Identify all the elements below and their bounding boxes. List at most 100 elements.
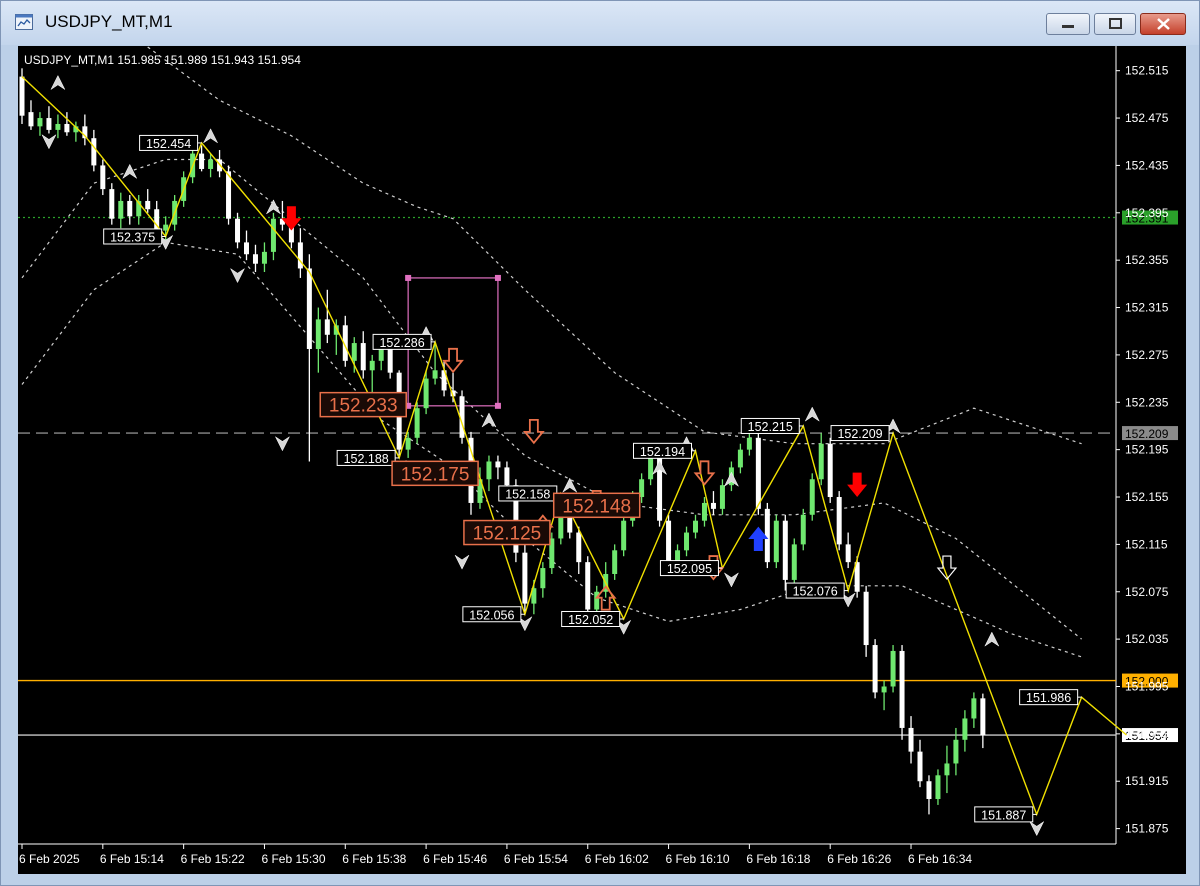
candle-body (145, 200, 151, 210)
swing-label-text: 152.188 (344, 452, 389, 466)
minimize-button[interactable] (1046, 13, 1090, 35)
fib-box-handle (494, 274, 501, 281)
candle-body (306, 268, 312, 349)
candle-body (432, 370, 438, 379)
swing-label-text: 152.052 (568, 613, 613, 627)
candle-body (684, 532, 690, 551)
chart-info-text: USDJPY_MT,M1 151.985 151.989 151.943 151… (24, 53, 301, 67)
chart-window-icon (15, 14, 33, 30)
swing-label-text: 152.215 (748, 420, 793, 434)
time-tick-label: 6 Feb 16:26 (827, 852, 891, 866)
candle-body (414, 408, 420, 438)
close-icon (1157, 18, 1170, 30)
candle-body (297, 242, 303, 269)
time-tick-label: 6 Feb 16:02 (585, 852, 649, 866)
candle-body (701, 502, 707, 521)
candle-body (719, 485, 725, 509)
time-tick-label: 6 Feb 16:10 (666, 852, 730, 866)
time-tick-label: 6 Feb 15:38 (342, 852, 406, 866)
candle-body (908, 727, 914, 752)
time-tick-label: 6 Feb 16:18 (746, 852, 810, 866)
candle-body (971, 698, 977, 719)
candle-body (270, 218, 276, 252)
candle-body (710, 502, 716, 509)
candle-body (773, 520, 779, 563)
swing-label-text: 152.076 (793, 585, 838, 599)
level-label-gray-dashed: 152.209 (1125, 427, 1169, 441)
swing-label-text: 152.286 (379, 336, 424, 350)
candle-body (764, 508, 770, 563)
price-tick-label: 152.195 (1125, 443, 1169, 457)
candle-body (935, 775, 941, 799)
swing-label-text: 151.887 (981, 808, 1026, 822)
price-tick-label: 152.515 (1125, 64, 1169, 78)
candle-body (737, 449, 743, 468)
price-tick-label: 152.235 (1125, 395, 1169, 409)
candle-body (118, 200, 124, 219)
price-tick-label: 152.075 (1125, 585, 1169, 599)
candle-body (980, 698, 986, 736)
candle-body (226, 171, 232, 219)
price-tick-label: 152.435 (1125, 158, 1169, 172)
price-tick-label: 152.475 (1125, 111, 1169, 125)
candle-body (208, 159, 214, 169)
candle-body (962, 718, 968, 740)
fib-box-handle (405, 274, 412, 281)
swing-label-text: 151.986 (1026, 691, 1071, 705)
candle-body (755, 437, 761, 509)
candle-body (369, 360, 375, 371)
time-tick-label: 6 Feb 15:46 (423, 852, 487, 866)
candle-body (405, 437, 411, 450)
time-tick-label: 6 Feb 2025 (19, 852, 80, 866)
price-tick-label: 152.355 (1125, 253, 1169, 267)
candle-body (324, 319, 330, 335)
candle-body (585, 562, 591, 610)
candle-body (261, 251, 267, 264)
candle-body (522, 552, 528, 604)
price-tick-label: 152.035 (1125, 632, 1169, 646)
target-label-text: 152.148 (562, 496, 631, 517)
candle-body (163, 224, 169, 231)
candle-body (693, 520, 698, 533)
candle-body (423, 378, 429, 409)
price-tick-label: 151.995 (1125, 679, 1169, 693)
candle-body (55, 123, 61, 130)
candle-body (199, 153, 205, 169)
target-label-text: 152.125 (473, 524, 542, 545)
maximize-button[interactable] (1094, 13, 1136, 35)
candle-body (64, 123, 70, 133)
candle-body (109, 189, 115, 219)
price-tick-label: 151.875 (1125, 822, 1169, 836)
candle-body (504, 467, 510, 486)
candle-body (863, 591, 869, 646)
price-chart[interactable]: 152.391152.209152.000151.954152.454152.3… (18, 46, 1186, 874)
swing-label-text: 152.194 (640, 445, 685, 459)
swing-label-text: 152.375 (110, 230, 155, 244)
candle-body (926, 781, 932, 799)
price-tick-label: 151.915 (1125, 774, 1169, 788)
candle-body (648, 457, 654, 480)
candle-body (836, 497, 842, 545)
target-label-text: 152.233 (329, 396, 398, 417)
close-button[interactable] (1140, 13, 1186, 35)
candle-body (845, 544, 851, 563)
candle-body (791, 544, 797, 580)
price-tick-label: 152.115 (1125, 537, 1168, 551)
price-tick-label: 152.155 (1125, 490, 1169, 504)
candle-body (360, 343, 366, 371)
candle-body (46, 118, 52, 130)
candle-body (621, 520, 627, 551)
chart-canvas[interactable]: 152.391 152.209 152.000 151.954 152.454 152.3… (18, 46, 1186, 874)
candle-body (28, 112, 34, 127)
candle-body (37, 118, 43, 127)
candle-body (782, 520, 788, 580)
candle-body (917, 751, 923, 782)
title-bar[interactable]: USDJPY_MT,M1 (1, 1, 1199, 45)
candle-body (872, 645, 878, 693)
candle-body (818, 443, 824, 480)
candle-body (244, 242, 249, 255)
swing-label-text: 152.056 (469, 608, 514, 622)
candle-body (252, 254, 258, 264)
candle-body (827, 443, 833, 498)
candle-body (809, 479, 815, 515)
